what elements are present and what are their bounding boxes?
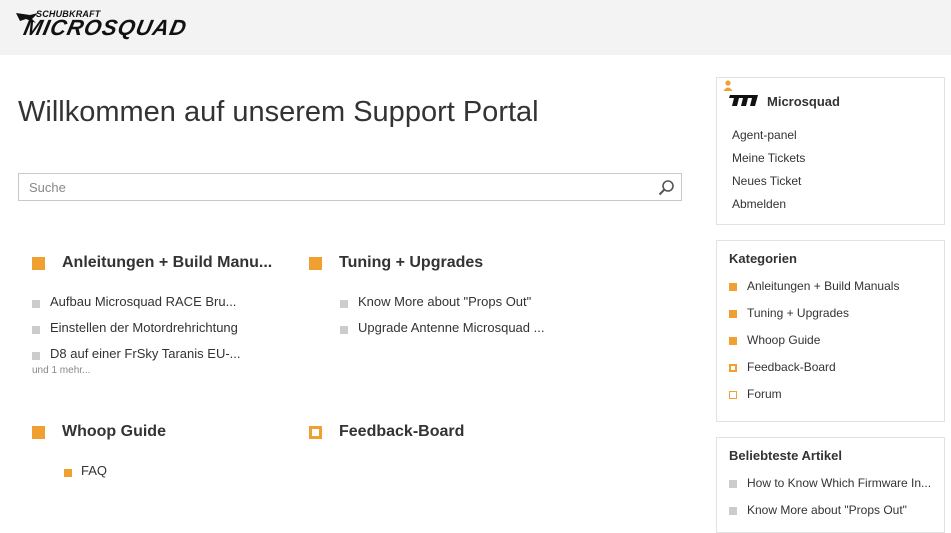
article-item[interactable]: Aufbau Microsquad RACE Bru... bbox=[32, 294, 292, 320]
bullet-icon bbox=[729, 507, 737, 515]
category-header: Whoop Guide bbox=[32, 423, 292, 443]
category-title[interactable]: Whoop Guide bbox=[62, 423, 166, 441]
bullet-icon bbox=[64, 469, 72, 477]
article-link[interactable]: Aufbau Microsquad RACE Bru... bbox=[50, 294, 236, 309]
category-header: Tuning + Upgrades bbox=[309, 254, 569, 274]
article-link-label[interactable]: How to Know Which Firmware In... bbox=[747, 476, 931, 490]
user-panel: Microsquad Agent-panel Meine Tickets Neu… bbox=[716, 77, 945, 225]
bullet-outline-icon bbox=[729, 364, 737, 372]
category-square-icon bbox=[32, 426, 45, 439]
bullet-icon bbox=[340, 300, 348, 308]
category-link-label[interactable]: Feedback-Board bbox=[747, 360, 836, 374]
logo-brand-main: MICROSQUAD bbox=[21, 15, 190, 40]
bullet-icon bbox=[729, 480, 737, 488]
article-link[interactable]: Know More about "Props Out" bbox=[358, 294, 531, 309]
article-link[interactable]: FAQ bbox=[81, 463, 107, 478]
category-link-label[interactable]: Anleitungen + Build Manuals bbox=[747, 279, 899, 293]
user-name: Microsquad bbox=[767, 94, 840, 109]
search-icon[interactable] bbox=[658, 179, 675, 196]
category-title[interactable]: Tuning + Upgrades bbox=[339, 254, 483, 272]
popular-articles-panel: Beliebteste Artikel How to Know Which Fi… bbox=[716, 437, 945, 533]
article-item[interactable]: Upgrade Antenne Microsquad ... bbox=[309, 320, 569, 346]
panel-title: Kategorien bbox=[729, 251, 797, 266]
bullet-outline-icon bbox=[729, 391, 737, 399]
category-feedback-board: Feedback-Board bbox=[309, 423, 569, 443]
bullet-icon bbox=[340, 326, 348, 334]
article-link[interactable]: Einstellen der Motordrehrichtung bbox=[50, 320, 238, 335]
category-title[interactable]: Feedback-Board bbox=[339, 423, 464, 441]
article-item[interactable]: Einstellen der Motordrehrichtung bbox=[32, 320, 292, 346]
category-square-outline-icon bbox=[309, 426, 322, 439]
link-my-tickets[interactable]: Meine Tickets bbox=[732, 151, 805, 165]
link-logout[interactable]: Abmelden bbox=[732, 197, 786, 211]
more-articles-link[interactable]: und 1 mehr... bbox=[32, 365, 90, 376]
category-square-icon bbox=[32, 257, 45, 270]
page-title: Willkommen auf unserem Support Portal bbox=[18, 96, 539, 128]
top-bar: SCHUBKRAFT MICROSQUAD bbox=[0, 0, 951, 55]
search-bar bbox=[18, 173, 682, 201]
category-whoop-guide: Whoop Guide FAQ bbox=[32, 423, 292, 489]
search-input[interactable] bbox=[19, 174, 659, 200]
bullet-icon bbox=[32, 300, 40, 308]
bullet-icon bbox=[729, 283, 737, 291]
category-link-label[interactable]: Tuning + Upgrades bbox=[747, 306, 849, 320]
microsquad-mark-icon bbox=[729, 95, 758, 106]
microsquad-logo[interactable]: SCHUBKRAFT MICROSQUAD bbox=[16, 9, 248, 40]
article-link[interactable]: D8 auf einer FrSky Taranis EU-... bbox=[50, 346, 241, 361]
category-title[interactable]: Anleitungen + Build Manu... bbox=[62, 254, 272, 272]
user-icon bbox=[723, 80, 733, 91]
categories-panel: Kategorien Anleitungen + Build Manuals T… bbox=[716, 240, 945, 422]
category-anleitungen: Anleitungen + Build Manu... Aufbau Micro… bbox=[32, 254, 292, 376]
category-header: Feedback-Board bbox=[309, 423, 569, 443]
link-agent-panel[interactable]: Agent-panel bbox=[732, 128, 797, 142]
category-header: Anleitungen + Build Manu... bbox=[32, 254, 292, 274]
article-item[interactable]: Know More about "Props Out" bbox=[309, 294, 569, 320]
category-link-label[interactable]: Forum bbox=[747, 387, 782, 401]
panel-title: Beliebteste Artikel bbox=[729, 448, 842, 463]
article-link[interactable]: Upgrade Antenne Microsquad ... bbox=[358, 320, 544, 335]
article-link-label[interactable]: Know More about "Props Out" bbox=[747, 503, 907, 517]
bullet-icon bbox=[729, 310, 737, 318]
link-new-ticket[interactable]: Neues Ticket bbox=[732, 174, 801, 188]
article-item[interactable]: FAQ bbox=[32, 463, 292, 489]
bullet-icon bbox=[32, 326, 40, 334]
bullet-icon bbox=[729, 337, 737, 345]
bullet-icon bbox=[32, 352, 40, 360]
category-link-label[interactable]: Whoop Guide bbox=[747, 333, 820, 347]
category-square-icon bbox=[309, 257, 322, 270]
category-tuning: Tuning + Upgrades Know More about "Props… bbox=[309, 254, 569, 346]
